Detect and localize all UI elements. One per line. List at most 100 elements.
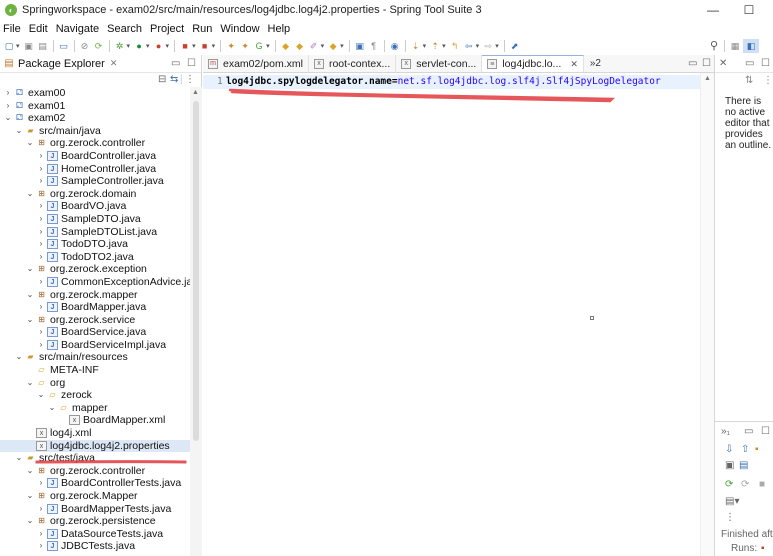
debug-dropdown-icon[interactable]: ▾ <box>127 42 131 50</box>
menu-search[interactable]: Search <box>103 23 146 35</box>
menu-run[interactable]: Run <box>188 23 216 35</box>
java-ee-perspective-icon[interactable]: ◧ <box>743 39 759 53</box>
tree-item[interactable]: › J SampleDTO.java <box>0 213 190 226</box>
search-tool-icon[interactable]: ✐ <box>308 40 320 52</box>
expanded-chevron-icon[interactable]: ⌄ <box>26 289 34 302</box>
minimize-icon[interactable]: ▭ <box>171 58 180 69</box>
search-icon[interactable]: ⚲ <box>708 40 720 52</box>
menu-file[interactable]: File <box>0 23 25 35</box>
expanded-chevron-icon[interactable]: ⌄ <box>15 351 23 364</box>
next-annotation-dropdown-icon[interactable]: ▾ <box>423 42 427 50</box>
menu-project[interactable]: Project <box>146 23 188 35</box>
tree-item[interactable]: ⌄ ▱ mapper <box>0 402 190 415</box>
expanded-chevron-icon[interactable]: ⌄ <box>48 402 56 415</box>
tree-item[interactable]: ⌄ ▰ src/main/resources <box>0 351 190 364</box>
tree-item[interactable]: › J BoardMapperTests.java <box>0 503 190 516</box>
tree-item[interactable]: › J SampleDTOList.java <box>0 226 190 239</box>
tree-item[interactable]: › J TodoDTO.java <box>0 238 190 251</box>
tree-item[interactable]: ⌄ ⊞ org.zerock.service <box>0 314 190 327</box>
tree-item[interactable]: ⌄ ⊞ org.zerock.exception <box>0 263 190 276</box>
new-package-icon[interactable]: ✦ <box>239 40 251 52</box>
rerun-icon[interactable]: ⟳ <box>725 479 733 490</box>
tree-item[interactable]: ⌄ ⊞ org.zerock.mapper <box>0 289 190 302</box>
maximize-button[interactable]: ☐ <box>731 0 767 20</box>
previous-failure-icon[interactable]: ⇧ <box>741 444 749 455</box>
expanded-chevron-icon[interactable]: ⌄ <box>26 137 34 150</box>
collapsed-chevron-icon[interactable]: › <box>4 87 12 100</box>
menu-window[interactable]: Window <box>216 23 263 35</box>
expanded-chevron-icon[interactable]: ⌄ <box>26 377 34 390</box>
collapsed-chevron-icon[interactable]: › <box>37 213 45 226</box>
minimize-icon[interactable]: ▭ <box>744 426 753 437</box>
view-menu-icon[interactable]: ⋮ <box>725 512 735 523</box>
new-icon[interactable]: ▢ <box>3 40 15 52</box>
tree-item[interactable]: › ⚁ exam01 <box>0 100 190 113</box>
debug-icon[interactable]: ✲ <box>114 40 126 52</box>
tree-item[interactable]: x BoardMapper.xml <box>0 414 190 427</box>
collapsed-chevron-icon[interactable]: › <box>37 175 45 188</box>
tree-item[interactable]: ⌄ ⊞ org.zerock.domain <box>0 188 190 201</box>
show-failures-icon[interactable]: ▪ <box>755 444 759 455</box>
rerun-failed-icon[interactable]: ⟳ <box>741 479 749 490</box>
expanded-chevron-icon[interactable]: ⌄ <box>37 389 45 402</box>
collapsed-chevron-icon[interactable]: › <box>37 503 45 516</box>
stop-dropdown-icon[interactable]: ▾ <box>192 42 196 50</box>
new-dropdown-icon[interactable]: ▾ <box>16 42 20 50</box>
menu-navigate[interactable]: Navigate <box>52 23 103 35</box>
tree-item[interactable]: › J CommonExceptionAdvice.java <box>0 276 190 289</box>
scroll-up-icon[interactable]: ▲ <box>192 89 199 96</box>
minimize-icon[interactable]: ▭ <box>688 58 697 69</box>
next-failure-icon[interactable]: ⇩ <box>725 444 733 455</box>
collapsed-chevron-icon[interactable]: › <box>37 238 45 251</box>
tab-servlet-context[interactable]: x servlet-con... <box>396 55 483 72</box>
previous-annotation-dropdown-icon[interactable]: ▾ <box>442 42 446 50</box>
scroll-up-icon[interactable]: ▲ <box>704 75 711 82</box>
collapsed-chevron-icon[interactable]: › <box>37 251 45 264</box>
expanded-chevron-icon[interactable]: ⌄ <box>26 490 34 503</box>
terminal-icon[interactable]: ▭ <box>58 40 70 52</box>
maximize-icon[interactable]: ☐ <box>187 58 196 69</box>
expanded-chevron-icon[interactable]: ⌄ <box>15 452 23 465</box>
tree-item[interactable]: › J TodoDTO2.java <box>0 251 190 264</box>
external-tools-icon[interactable]: ● <box>153 40 165 52</box>
view-menu-icon[interactable]: ⋮ <box>763 75 773 86</box>
search-tool-dropdown-icon[interactable]: ▾ <box>321 42 325 50</box>
last-edit-location-icon[interactable]: ↰ <box>449 40 461 52</box>
tree-item[interactable]: › J BoardServiceImpl.java <box>0 339 190 352</box>
back-icon[interactable]: ⇦ <box>463 40 475 52</box>
tree-item[interactable]: x log4jdbc.log4j2.properties <box>0 439 190 453</box>
tree-item[interactable]: ⌄ ⊞ org.zerock.controller <box>0 137 190 150</box>
view-menu-icon[interactable]: ⋮ <box>185 74 195 85</box>
collapsed-chevron-icon[interactable]: › <box>37 276 45 289</box>
collapsed-chevron-icon[interactable]: › <box>37 326 45 339</box>
tree-item[interactable]: ⌄ ▰ src/test/java <box>0 452 190 465</box>
open-perspective-icon[interactable]: ▦ <box>729 40 741 52</box>
toggle-mark-icon[interactable]: ▣ <box>354 40 366 52</box>
menu-edit[interactable]: Edit <box>25 23 52 35</box>
new-class-icon[interactable]: G <box>253 40 265 52</box>
editor-scrollbar[interactable]: ▲ <box>700 73 714 556</box>
code-editor[interactable]: 1 log4jdbc.spylogdelegator.name=net.sf.l… <box>203 73 700 556</box>
tree-item[interactable]: x log4j.xml <box>0 427 190 440</box>
link-with-editor-icon[interactable]: ⇆ <box>170 74 178 85</box>
tree-item[interactable]: ⌄ ⊞ org.zerock.persistence <box>0 515 190 528</box>
open-type-icon[interactable]: ◆ <box>280 40 292 52</box>
tab-log4jdbc-properties[interactable]: ≡ log4jdbc.lo... ✕ <box>482 55 584 72</box>
open-folder-dropdown-icon[interactable]: ▾ <box>340 42 344 50</box>
collapsed-chevron-icon[interactable]: › <box>37 200 45 213</box>
next-annotation-icon[interactable]: ⇣ <box>410 40 422 52</box>
tab-root-context[interactable]: x root-contex... <box>309 55 397 72</box>
expanded-chevron-icon[interactable]: ⌄ <box>26 515 34 528</box>
collapse-all-icon[interactable]: ⊟ <box>158 74 166 85</box>
tree-item[interactable]: ⌄ ▱ org <box>0 377 190 390</box>
run-dropdown-icon[interactable]: ▾ <box>146 42 150 50</box>
tree-item[interactable]: › J BoardController.java <box>0 150 190 163</box>
tree-item[interactable]: › J BoardVO.java <box>0 200 190 213</box>
new-class-dropdown-icon[interactable]: ▾ <box>266 42 270 50</box>
relaunch-icon[interactable]: ■ <box>199 40 211 52</box>
tree-item[interactable]: › J SampleController.java <box>0 175 190 188</box>
tree-item[interactable]: › J HomeController.java <box>0 163 190 176</box>
minimize-button[interactable]: — <box>695 0 731 20</box>
run-icon[interactable]: ● <box>133 40 145 52</box>
expanded-chevron-icon[interactable]: ⌄ <box>15 125 23 138</box>
